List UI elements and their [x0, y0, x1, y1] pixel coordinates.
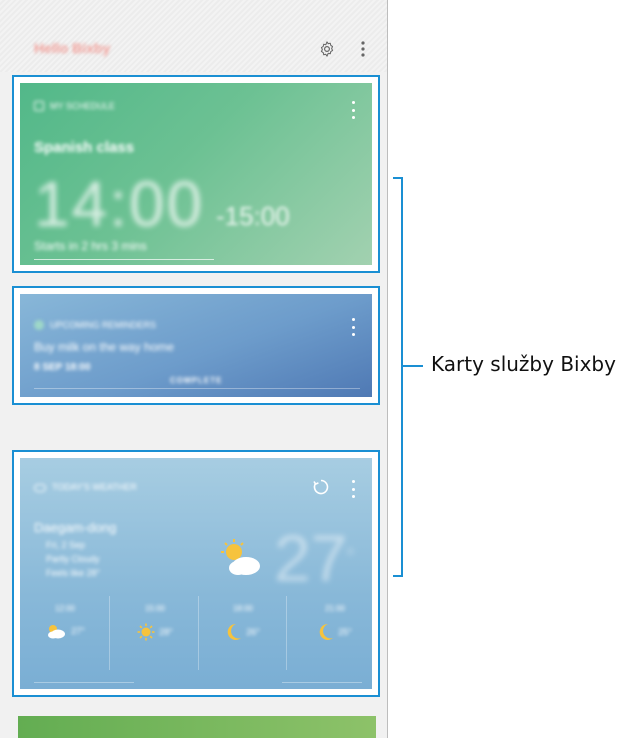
hour-time: 18:00: [232, 604, 254, 613]
reminder-bell-icon: [34, 320, 44, 330]
hourly-forecast-item: 12:00 27°: [30, 604, 100, 639]
reminder-category: UPCOMING REMINDERS: [50, 320, 157, 330]
current-temperature: 27: [274, 521, 348, 595]
hour-temp: 26°: [246, 627, 260, 637]
more-vertical-icon[interactable]: [352, 38, 374, 60]
hour-temp: 27°: [71, 626, 85, 636]
weather-category: TODAY'S WEATHER: [52, 482, 137, 492]
moon-icon: [227, 623, 242, 640]
weather-footer-line: [282, 682, 362, 683]
schedule-start-time: 14:00: [34, 168, 205, 240]
card-more-icon[interactable]: [348, 318, 358, 336]
next-card-peek[interactable]: [18, 716, 376, 738]
phone-screen: Hello Bixby MY SCHEDULE Spanish class 14…: [0, 0, 388, 738]
app-title: Hello Bixby: [34, 40, 111, 56]
sun-icon: [137, 623, 155, 641]
hourly-forecast-item: 15:00 28°: [120, 604, 190, 641]
hourly-separator: [109, 596, 110, 670]
bracket-pointer: [403, 365, 423, 367]
reminder-divider: [34, 388, 360, 389]
weather-category-icon: [34, 484, 46, 492]
hourly-forecast-item: 18:00 26°: [208, 604, 278, 641]
reminder-card-frame: UPCOMING REMINDERS Buy milk on the way h…: [12, 286, 380, 405]
callout-label: Karty služby Bixby: [431, 352, 616, 376]
hour-temp: 25°: [338, 627, 352, 637]
reminder-task: Buy milk on the way home: [34, 340, 175, 354]
schedule-card[interactable]: MY SCHEDULE Spanish class 14:00 -15:00 S…: [20, 83, 372, 265]
hourly-separator: [286, 596, 287, 670]
calendar-icon: [34, 101, 44, 111]
schedule-card-frame: MY SCHEDULE Spanish class 14:00 -15:00 S…: [12, 75, 380, 273]
countdown-underline: [34, 259, 214, 260]
weather-location: Daegam-dong: [34, 520, 117, 535]
weather-card[interactable]: TODAY'S WEATHER Daegam-dong Fri, 2 Sep P…: [20, 458, 372, 689]
weather-feels-like: Feels like 28°: [46, 568, 101, 578]
schedule-countdown: Starts in 2 hrs 3 mins: [34, 239, 147, 253]
temperature-unit: °: [346, 544, 355, 569]
hour-time: 21:00: [324, 604, 346, 613]
partly-cloudy-icon: [216, 538, 264, 578]
hourly-forecast-item: 21:00 25°: [300, 604, 370, 641]
gear-icon[interactable]: [316, 38, 338, 60]
weather-card-frame: TODAY'S WEATHER Daegam-dong Fri, 2 Sep P…: [12, 450, 380, 697]
weather-date: Fri, 2 Sep: [46, 540, 86, 550]
hour-time: 15:00: [144, 604, 166, 613]
hour-temp: 28°: [159, 627, 173, 637]
partly-cloudy-icon: [48, 625, 66, 639]
reminder-card[interactable]: UPCOMING REMINDERS Buy milk on the way h…: [20, 294, 372, 397]
cards-bracket: [393, 177, 403, 577]
refresh-icon[interactable]: [312, 478, 330, 496]
card-more-icon[interactable]: [348, 101, 358, 119]
schedule-event-title: Spanish class: [34, 139, 135, 156]
complete-button[interactable]: COMPLETE: [170, 376, 222, 385]
hour-time: 12:00: [54, 604, 76, 613]
weather-condition: Partly Cloudy: [46, 554, 100, 564]
hourly-separator: [198, 596, 199, 670]
reminder-time: 8 SEP 18:00: [34, 362, 91, 373]
schedule-end-time: -15:00: [216, 201, 290, 231]
weather-footer-line: [34, 682, 134, 683]
app-header: Hello Bixby: [0, 0, 387, 72]
schedule-category: MY SCHEDULE: [50, 101, 115, 111]
moon-icon: [319, 623, 334, 640]
card-more-icon[interactable]: [348, 480, 358, 498]
